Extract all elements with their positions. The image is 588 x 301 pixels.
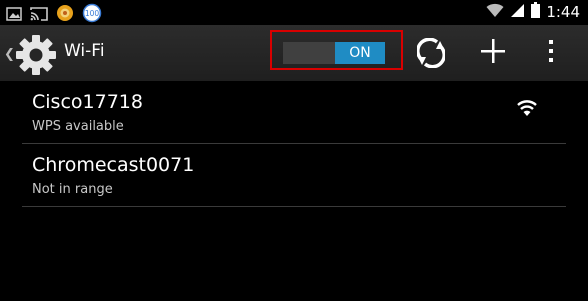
wifi-toggle-thumb[interactable]: ON [335,42,385,64]
wifi-signal-strength-icon [516,99,538,121]
wifi-signal-icon [486,3,504,22]
battery-percent-label: 100 [85,9,100,18]
network-list: Cisco17718 WPS available Chromecast0071 … [22,81,566,207]
network-item-chromecast0071[interactable]: Chromecast0071 Not in range [22,144,566,207]
app-notification-icon [56,4,74,26]
notification-icons: 100 [6,3,102,27]
network-item-cisco17718[interactable]: Cisco17718 WPS available [22,81,566,144]
page-title: Wi-Fi [64,41,105,61]
system-icons: 1:44 [486,2,580,22]
battery-icon [531,2,541,22]
battery-percent-icon: 100 [82,3,102,27]
network-status: WPS available [32,119,124,134]
settings-gear-icon[interactable] [14,33,58,81]
network-ssid: Cisco17718 [32,91,143,113]
overflow-menu-icon[interactable] [548,39,554,67]
add-network-icon[interactable] [480,38,506,68]
cell-signal-icon [510,3,525,22]
status-time: 1:44 [546,3,580,21]
network-ssid: Chromecast0071 [32,154,195,176]
image-icon [6,6,22,25]
cast-icon [30,6,48,25]
wifi-toggle[interactable]: ON [283,42,385,64]
wifi-toggle-highlight: ON [270,30,403,70]
wps-icon[interactable] [416,37,446,72]
action-bar: ❮ Wi-Fi ON [0,25,588,81]
network-status: Not in range [32,182,113,197]
status-bar: 100 1:44 [0,0,588,25]
